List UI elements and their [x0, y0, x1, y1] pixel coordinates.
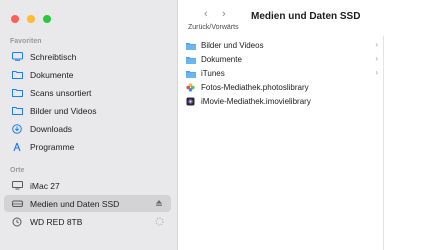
sidebar-item-label: Downloads: [30, 123, 73, 134]
chevron-right-icon: ›: [375, 54, 378, 63]
eject-icon[interactable]: [154, 198, 164, 208]
sidebar-item-label: iMac 27: [30, 180, 60, 191]
applications-icon: [11, 142, 23, 152]
window-title: Medien und Daten SSD: [251, 11, 361, 22]
folder-icon: [186, 55, 196, 64]
file-name: iMovie-Mediathek.imovielibrary: [201, 97, 311, 106]
imovie-library-icon: [186, 97, 196, 106]
folder-icon: [186, 41, 196, 50]
drive-icon: [11, 199, 23, 209]
sidebar-item-scans-unsortiert[interactable]: Scans unsortiert: [4, 84, 171, 101]
finder-window: Favoriten Schreibtisch Dokumente Scans u…: [0, 0, 421, 250]
chevron-right-icon: ›: [375, 40, 378, 49]
sidebar-item-imac-27[interactable]: iMac 27: [4, 177, 171, 194]
folder-icon: [11, 88, 23, 98]
sidebar: Favoriten Schreibtisch Dokumente Scans u…: [0, 0, 178, 250]
forward-button[interactable]: ›: [222, 9, 226, 20]
list-item[interactable]: Bilder und Videos ›: [186, 39, 382, 52]
documents-folder-icon: [11, 70, 23, 80]
sidebar-item-bilder-und-videos[interactable]: Bilder und Videos: [4, 102, 171, 119]
file-name: iTunes: [201, 69, 225, 78]
list-item[interactable]: iMovie-Mediathek.imovielibrary: [186, 95, 382, 108]
list-item[interactable]: iTunes ›: [186, 67, 382, 80]
file-name: Dokumente: [201, 55, 242, 64]
folder-icon: [11, 106, 23, 116]
window-controls: [11, 15, 51, 23]
chevron-right-icon: ›: [375, 68, 378, 77]
sidebar-item-label: Medien und Daten SSD: [30, 198, 120, 209]
computer-icon: [11, 181, 23, 191]
back-button[interactable]: ‹: [204, 9, 208, 20]
file-name: Fotos-Mediathek.photoslibrary: [201, 83, 309, 92]
time-machine-icon: [11, 217, 23, 227]
folder-icon: [186, 69, 196, 78]
navigation-tooltip: Zurück/Vorwärts: [188, 24, 239, 31]
sidebar-item-label: WD RED 8TB: [30, 216, 83, 227]
locations-section-title: Orte: [10, 167, 25, 174]
list-item[interactable]: Fotos-Mediathek.photoslibrary: [186, 81, 382, 94]
file-list-column: Bilder und Videos › Dokumente › iTunes ›: [178, 36, 384, 250]
close-window-button[interactable]: [11, 15, 19, 23]
sync-icon: [154, 216, 164, 226]
sidebar-item-programme[interactable]: Programme: [4, 138, 171, 155]
sidebar-item-wd-red-8tb[interactable]: WD RED 8TB: [4, 213, 171, 230]
list-item[interactable]: Dokumente ›: [186, 53, 382, 66]
sidebar-item-label: Programme: [30, 141, 75, 152]
sidebar-item-medien-und-daten-ssd[interactable]: Medien und Daten SSD: [4, 195, 171, 212]
sidebar-item-label: Scans unsortiert: [30, 87, 92, 98]
sidebar-item-label: Bilder und Videos: [30, 105, 97, 116]
sidebar-item-schreibtisch[interactable]: Schreibtisch: [4, 48, 171, 65]
sidebar-item-label: Dokumente: [30, 69, 74, 80]
desktop-icon: [11, 52, 23, 62]
sidebar-item-dokumente[interactable]: Dokumente: [4, 66, 171, 83]
sidebar-item-downloads[interactable]: Downloads: [4, 120, 171, 137]
sidebar-item-label: Schreibtisch: [30, 51, 77, 62]
empty-next-column: [385, 36, 421, 250]
photos-library-icon: [186, 83, 196, 92]
fullscreen-window-button[interactable]: [43, 15, 51, 23]
file-name: Bilder und Videos: [201, 41, 264, 50]
favorites-section-title: Favoriten: [10, 38, 42, 45]
downloads-icon: [11, 123, 23, 134]
minimize-window-button[interactable]: [27, 15, 35, 23]
